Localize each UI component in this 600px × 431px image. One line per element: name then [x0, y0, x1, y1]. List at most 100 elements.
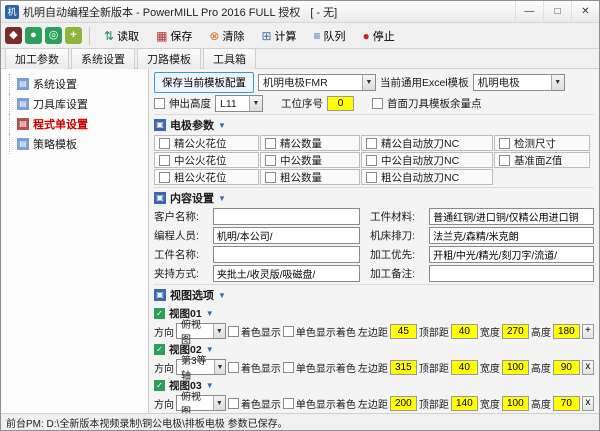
checkbox[interactable] — [159, 172, 170, 183]
view03-height-input[interactable] — [553, 396, 580, 411]
checkbox[interactable] — [366, 138, 377, 149]
view01-left-input[interactable] — [390, 324, 417, 339]
machining-priority-input[interactable] — [429, 246, 594, 263]
extend-height-select[interactable]: L11 ▼ — [215, 95, 263, 112]
view03-top-input[interactable] — [451, 396, 478, 411]
record-icon[interactable]: ● — [25, 27, 42, 44]
workpiece-material-input[interactable] — [429, 208, 594, 225]
view02-left-input[interactable] — [390, 360, 417, 375]
maximize-button[interactable]: □ — [543, 1, 571, 22]
mid-qty-cell[interactable]: 中公数量 — [260, 152, 360, 168]
app-logo-icon[interactable]: ◆ — [5, 27, 22, 44]
clamping-method-input[interactable] — [213, 265, 360, 282]
sidebar-item-system-settings[interactable]: ▤ 系统设置 — [5, 74, 144, 94]
workpiece-material-label: 工件材料: — [370, 209, 425, 224]
tab-machining-params[interactable]: 加工参数 — [5, 48, 69, 70]
rough-qty-cell[interactable]: 粗公数量 — [260, 169, 360, 185]
mid-auto-nc-cell[interactable]: 中公自动放刀NC — [361, 152, 493, 168]
view01-header[interactable]: 视图01 — [154, 306, 594, 321]
close-button[interactable]: ✕ — [571, 1, 599, 22]
view02-top-input[interactable] — [451, 360, 478, 375]
datum-z-cell[interactable]: 基准面Z值 — [494, 152, 590, 168]
view02-shaded-checkbox[interactable] — [228, 362, 239, 373]
view03-mono-checkbox[interactable] — [283, 398, 294, 409]
rough-auto-nc-cell[interactable]: 粗公自动放刀NC — [361, 169, 493, 185]
chevron-down-icon[interactable] — [218, 121, 226, 130]
clear-button[interactable]: ⊗ 清除 — [202, 25, 251, 47]
target-icon[interactable]: ◎ — [45, 27, 62, 44]
machine-input[interactable] — [429, 227, 594, 244]
checkbox[interactable] — [265, 172, 276, 183]
workpiece-name-input[interactable] — [213, 246, 360, 263]
check-size-cell[interactable]: 检测尺寸 — [494, 135, 590, 151]
view01-height-input[interactable] — [553, 324, 580, 339]
checkbox[interactable] — [159, 155, 170, 166]
fine-spark-gap-cell[interactable]: 精公火花位 — [154, 135, 259, 151]
fine-auto-nc-cell[interactable]: 精公自动放刀NC — [361, 135, 493, 151]
view02-direction-select[interactable]: 第3等轴 ▼ — [176, 359, 226, 375]
checkbox[interactable] — [265, 138, 276, 149]
mono-label: 单色显示着色 — [296, 396, 356, 411]
view03-direction-select[interactable]: 俯视图 ▼ — [176, 395, 226, 411]
width-label: 宽度 — [480, 396, 500, 411]
view01-direction-select[interactable]: 俯视图 ▼ — [176, 323, 226, 339]
view02-header[interactable]: 视图02 — [154, 342, 594, 357]
checkbox[interactable] — [159, 138, 170, 149]
checkbox[interactable] — [499, 155, 510, 166]
checkbox[interactable] — [366, 155, 377, 166]
view03-header[interactable]: 视图03 — [154, 378, 594, 393]
extend-height-checkbox[interactable] — [154, 98, 165, 109]
sidebar-item-tool-library[interactable]: ▤ 刀具库设置 — [5, 94, 144, 114]
sidebar-item-strategy-template[interactable]: ▤ 策略模板 — [5, 134, 144, 154]
view03-width-input[interactable] — [502, 396, 529, 411]
checkbox[interactable] — [366, 172, 377, 183]
add-view-button[interactable]: + — [582, 324, 594, 339]
first-face-checkbox[interactable] — [372, 98, 383, 109]
minimize-button[interactable]: — — [515, 1, 543, 22]
tab-toolpath-template[interactable]: 刀路模板 — [137, 48, 201, 70]
remove-view-button[interactable]: x — [582, 396, 594, 411]
electrode-checkbox-grid: 精公火花位 精公数量 精公自动放刀NC 检测尺寸 中公火花位 中公数量 中公自动… — [154, 135, 594, 185]
tab-system-settings[interactable]: 系统设置 — [71, 48, 135, 70]
template-row: 保存当前模板配置 机明电极FMR ▼ 当前通用Excel模板 机明电极 ▼ — [154, 72, 594, 93]
save-button[interactable]: ▦ 保存 — [149, 25, 199, 47]
read-button[interactable]: ⇅ 读取 — [97, 25, 146, 47]
customer-name-label: 客户名称: — [154, 209, 209, 224]
excel-template-select[interactable]: 机明电极 ▼ — [473, 74, 565, 91]
checkbox[interactable] — [265, 155, 276, 166]
view01-width-input[interactable] — [502, 324, 529, 339]
rough-spark-gap-cell[interactable]: 粗公火花位 — [154, 169, 259, 185]
machining-note-input[interactable] — [429, 265, 594, 282]
station-number-input[interactable] — [327, 96, 354, 111]
view01-mono-checkbox[interactable] — [283, 326, 294, 337]
top-margin-label: 顶部距 — [419, 324, 449, 339]
status-bar: 前台PM: D:\全新版本视频录制\铜公电极\排板电极 参数已保存。 — [1, 413, 599, 430]
view02-width-input[interactable] — [502, 360, 529, 375]
remove-view-button[interactable]: x — [582, 360, 594, 375]
fine-qty-cell[interactable]: 精公数量 — [260, 135, 360, 151]
stop-button[interactable]: ● 停止 — [356, 25, 402, 47]
chevron-down-icon[interactable] — [218, 291, 226, 300]
calculate-button[interactable]: ⊞ 计算 — [254, 25, 303, 47]
view-check-icon — [154, 380, 165, 391]
tab-toolbox[interactable]: 工具箱 — [203, 48, 256, 70]
save-template-config-button[interactable]: 保存当前模板配置 — [154, 72, 254, 93]
view02-mono-checkbox[interactable] — [283, 362, 294, 373]
view03-shaded-checkbox[interactable] — [228, 398, 239, 409]
queue-button[interactable]: ≡ 队列 — [307, 25, 353, 47]
tree-node-icon: ▤ — [17, 98, 29, 110]
height-label: 高度 — [531, 360, 551, 375]
mid-spark-gap-cell[interactable]: 中公火花位 — [154, 152, 259, 168]
app-icon: 机 — [5, 5, 19, 19]
template-select[interactable]: 机明电极FMR ▼ — [258, 74, 376, 91]
programmer-input[interactable] — [213, 227, 360, 244]
customer-name-input[interactable] — [213, 208, 360, 225]
view03-left-input[interactable] — [390, 396, 417, 411]
sidebar-item-program-sheet[interactable]: ▤ 程式单设置 — [5, 114, 144, 134]
view02-height-input[interactable] — [553, 360, 580, 375]
checkbox[interactable] — [499, 138, 510, 149]
view01-shaded-checkbox[interactable] — [228, 326, 239, 337]
add-icon[interactable]: + — [65, 27, 82, 44]
chevron-down-icon[interactable] — [218, 194, 226, 203]
view01-top-input[interactable] — [451, 324, 478, 339]
